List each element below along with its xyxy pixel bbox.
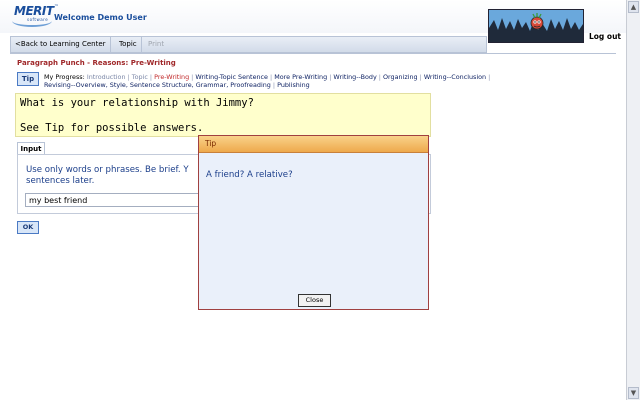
header: MERIT ™ software Welcome Demo User Log o… bbox=[0, 0, 626, 43]
progress-separator: | bbox=[191, 73, 194, 81]
print-button: Print bbox=[148, 40, 165, 48]
answer-input[interactable]: my best friend bbox=[25, 193, 210, 207]
app-frame: MERIT ™ software Welcome Demo User Log o… bbox=[0, 0, 627, 400]
tip-dialog-titlebar[interactable]: Tip bbox=[199, 136, 428, 153]
tip-dialog-title: Tip bbox=[205, 139, 217, 148]
progress-label: My Progress: bbox=[44, 73, 85, 81]
back-to-learning-center-button[interactable]: <Back to Learning Center bbox=[11, 37, 111, 52]
progress-step-writing-conclusion[interactable]: Writing--Conclusion bbox=[424, 73, 486, 81]
logo-tm: ™ bbox=[54, 4, 59, 10]
input-instructions-line2: sentences later. bbox=[26, 176, 95, 186]
welcome-text: Welcome Demo User bbox=[54, 13, 147, 22]
progress-step-organizing[interactable]: Organizing bbox=[383, 73, 418, 81]
progress-step-introduction[interactable]: Introduction bbox=[87, 73, 126, 81]
logo-sub: software bbox=[27, 17, 49, 22]
input-instructions-line1: Use only words or phrases. Be brief. Y bbox=[26, 165, 189, 175]
banner-image bbox=[488, 9, 584, 43]
page-title: Paragraph Punch - Reasons: Pre-Writing bbox=[17, 59, 176, 67]
progress-separator: | bbox=[270, 73, 273, 81]
progress-step-revising[interactable]: Revising--Overview, Style, Sentence Stru… bbox=[44, 81, 271, 89]
scroll-up-icon[interactable]: ▲ bbox=[628, 1, 639, 13]
progress-separator: | bbox=[419, 73, 422, 81]
scroll-down-icon[interactable]: ▼ bbox=[628, 387, 639, 399]
banner-illustration bbox=[489, 10, 583, 42]
progress-separator: | bbox=[488, 73, 491, 81]
prompt-question: What is your relationship with Jimmy? bbox=[20, 97, 254, 109]
progress-step-more-pre-writing[interactable]: More Pre-Writing bbox=[274, 73, 327, 81]
progress-step-pre-writing[interactable]: Pre-Writing bbox=[154, 73, 189, 81]
progress-step-writing-body[interactable]: Writing--Body bbox=[333, 73, 376, 81]
progress-separator: | bbox=[378, 73, 381, 81]
progress-separator: | bbox=[127, 73, 130, 81]
progress-separator: | bbox=[149, 73, 153, 81]
header-divider bbox=[10, 53, 616, 54]
question-prompt: What is your relationship with Jimmy? Se… bbox=[15, 93, 431, 137]
nav-bar: <Back to Learning Center Topic Print bbox=[10, 36, 487, 53]
tip-button[interactable]: Tip bbox=[17, 72, 39, 86]
progress-separator: | bbox=[329, 73, 332, 81]
prompt-tip-hint: See Tip for possible answers. bbox=[20, 122, 204, 134]
progress-step-writing-topic-sentence[interactable]: Writing-Topic Sentence bbox=[195, 73, 268, 81]
progress-separator: | bbox=[272, 81, 276, 89]
progress-step-publishing[interactable]: Publishing bbox=[277, 81, 310, 89]
logout-link[interactable]: Log out bbox=[589, 32, 621, 41]
progress-trail: My Progress: Introduction | Topic | Pre-… bbox=[44, 73, 514, 89]
logo-text: MERIT bbox=[14, 4, 54, 18]
progress-step-topic[interactable]: Topic bbox=[132, 73, 148, 81]
merit-logo: MERIT ™ software bbox=[12, 4, 59, 27]
tip-dialog-text: A friend? A relative? bbox=[206, 170, 293, 180]
tip-dialog: Tip A friend? A relative? Close bbox=[198, 135, 429, 310]
vertical-scrollbar[interactable]: ▲ ▼ bbox=[626, 0, 640, 400]
close-button[interactable]: Close bbox=[298, 294, 331, 307]
input-instructions: Use only words or phrases. Be brief. Y s… bbox=[26, 165, 211, 187]
topic-button[interactable]: Topic bbox=[115, 37, 142, 52]
ok-button[interactable]: OK bbox=[17, 221, 39, 234]
